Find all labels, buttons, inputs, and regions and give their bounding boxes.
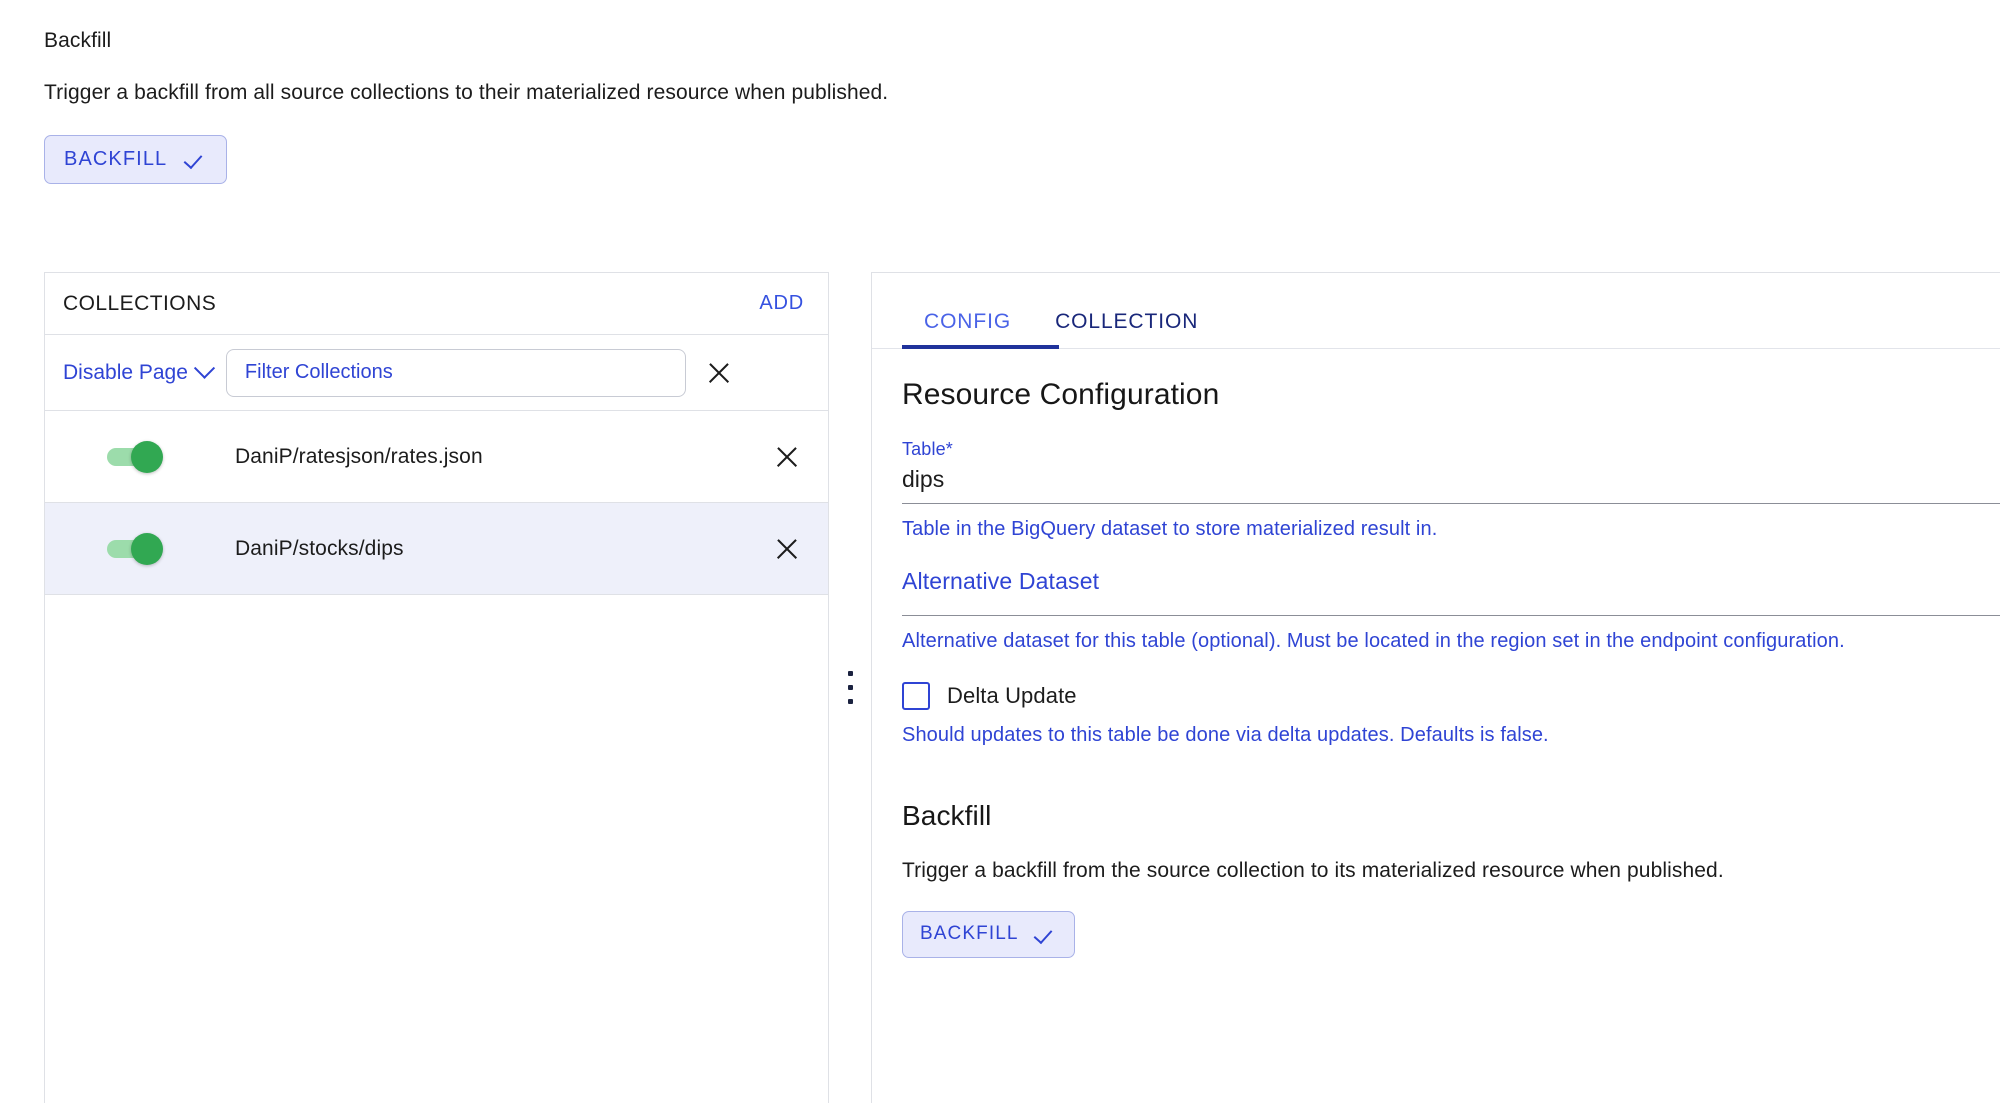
delta-update-checkbox[interactable]: [902, 682, 930, 710]
table-field-label-text: Table: [902, 439, 946, 459]
detail-tabs: CONFIG COLLECTION: [872, 273, 2000, 349]
required-marker: *: [946, 439, 953, 459]
disable-page-dropdown[interactable]: Disable Page: [63, 361, 212, 385]
resource-detail-panel: CONFIG COLLECTION Resource Configuration…: [871, 272, 2000, 1103]
resource-backfill-section: Backfill Trigger a backfill from the sou…: [902, 798, 2000, 958]
collections-panel: COLLECTIONS ADD Disable Page DaniP/rates…: [44, 272, 829, 1103]
global-backfill-button[interactable]: BACKFILL: [44, 135, 227, 184]
global-backfill-button-label: BACKFILL: [64, 148, 167, 170]
alternative-dataset-input[interactable]: [902, 607, 2000, 616]
list-item[interactable]: DaniP/ratesjson/rates.json: [45, 411, 828, 503]
collection-enable-toggle[interactable]: [101, 532, 173, 566]
global-backfill-section: Backfill Trigger a backfill from all sou…: [44, 28, 1944, 184]
clear-filter-icon[interactable]: [700, 354, 738, 392]
collections-title: COLLECTIONS: [63, 292, 216, 316]
tab-config[interactable]: CONFIG: [902, 310, 1033, 348]
list-item[interactable]: DaniP/stocks/dips: [45, 503, 828, 595]
collections-empty-area: [45, 595, 828, 1103]
check-icon: [185, 148, 207, 170]
resource-configuration-title: Resource Configuration: [902, 377, 2000, 413]
panel-resize-handle[interactable]: [829, 272, 871, 1103]
check-icon: [1035, 923, 1057, 945]
resource-backfill-button-label: BACKFILL: [920, 923, 1019, 945]
chevron-down-icon: [194, 358, 215, 379]
collection-name: DaniP/stocks/dips: [235, 537, 758, 561]
resource-backfill-button[interactable]: BACKFILL: [902, 911, 1075, 958]
tab-collection[interactable]: COLLECTION: [1033, 310, 1220, 348]
add-collection-button[interactable]: ADD: [759, 292, 804, 315]
remove-collection-icon[interactable]: [768, 438, 806, 476]
table-field-label: Table*: [902, 439, 2000, 460]
alternative-dataset-helper: Alternative dataset for this table (opti…: [902, 628, 2000, 654]
collections-header: COLLECTIONS ADD: [45, 273, 828, 335]
backfill-configuration-page: Backfill Trigger a backfill from all sou…: [0, 0, 2000, 1103]
config-form: Resource Configuration Table* dips Table…: [872, 349, 2000, 1103]
drag-handle-dots-icon: [848, 671, 853, 704]
alternative-dataset-field: Alternative Dataset Alternative dataset …: [902, 568, 2000, 654]
toggle-knob: [131, 533, 163, 565]
delta-update-row: Delta Update: [902, 682, 2000, 710]
filter-collections-input[interactable]: [226, 349, 686, 397]
remove-collection-icon[interactable]: [768, 530, 806, 568]
resource-backfill-button-wrap: BACKFILL: [902, 911, 2000, 958]
collections-filter-row: Disable Page: [45, 335, 828, 411]
page-description: Trigger a backfill from all source colle…: [44, 80, 1944, 106]
table-field-helper: Table in the BigQuery dataset to store m…: [902, 516, 2000, 542]
resource-backfill-description: Trigger a backfill from the source colle…: [902, 859, 2000, 883]
collection-name: DaniP/ratesjson/rates.json: [235, 445, 758, 469]
collection-enable-toggle[interactable]: [101, 440, 173, 474]
delta-update-helper: Should updates to this table be done via…: [902, 722, 2000, 748]
disable-page-label: Disable Page: [63, 361, 188, 385]
table-field-input[interactable]: dips: [902, 460, 2000, 504]
toggle-knob: [131, 441, 163, 473]
alternative-dataset-label: Alternative Dataset: [902, 568, 2000, 595]
table-field: Table* dips Table in the BigQuery datase…: [902, 439, 2000, 542]
resource-backfill-title: Backfill: [902, 798, 2000, 834]
collections-detail-split: COLLECTIONS ADD Disable Page DaniP/rates…: [44, 272, 2000, 1103]
delta-update-label: Delta Update: [947, 683, 1077, 709]
page-title: Backfill: [44, 28, 1944, 54]
